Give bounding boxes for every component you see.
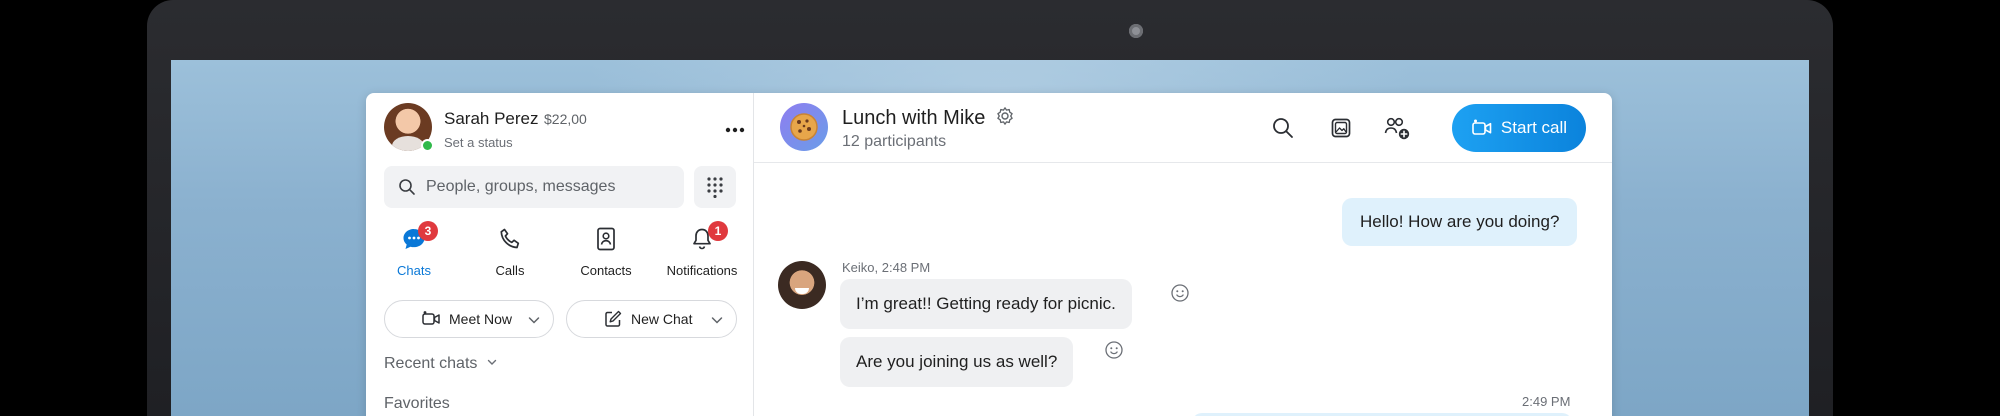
chat-header: Lunch with Mike 12 participants Start ca… [754,93,1612,163]
favorites-header[interactable]: Favorites [384,395,450,413]
emoji-reaction-icon[interactable] [1104,340,1124,360]
add-participants-button[interactable] [1380,111,1414,145]
meet-now-button[interactable]: Meet Now [384,300,554,338]
incoming-message[interactable]: Are you joining us as well? [840,337,1074,387]
outgoing-message[interactable]: Hello! How are you doing? [1342,198,1578,246]
settings-icon[interactable] [995,106,1015,126]
recent-chats-label: Recent chats [384,355,478,372]
chat-title-text: Lunch with Mike [842,107,986,129]
contacts-icon [597,227,615,251]
cookie-icon [790,113,818,141]
recent-chats-header[interactable]: Recent chats [384,355,498,373]
chevron-down-icon [487,359,497,365]
chevron-down-icon[interactable] [527,313,541,327]
profile-name: Sarah Perez [444,109,539,128]
presence-indicator [421,139,434,152]
more-options-button[interactable] [718,111,752,141]
tab-notifications[interactable]: 1 Notifications [654,221,750,283]
gallery-icon [1331,118,1351,138]
notifications-badge: 1 [708,221,728,241]
laptop-screen: Sarah Perez $22,00 Set a status People, … [171,60,1809,416]
sender-meta: Keiko, 2:48 PM [842,260,931,275]
tab-calls[interactable]: Calls [462,223,558,283]
set-status-link[interactable]: Set a status [444,135,513,150]
search-icon [399,179,415,195]
dialpad-icon [707,177,723,198]
new-chat-label: New Chat [631,311,693,327]
new-chat-button[interactable]: New Chat [566,300,737,338]
video-camera-icon [422,311,440,325]
more-icon [725,127,745,133]
avatar[interactable] [778,261,826,309]
add-people-icon [1384,117,1410,140]
tab-label: Notifications [666,263,738,278]
search-box[interactable] [384,166,684,208]
nav-tabs: 3 Chats Calls Contacts 1 Notifications [366,221,754,283]
skype-window: Sarah Perez $22,00 Set a status People, … [366,93,1612,416]
tab-label: Chats [397,263,431,278]
emoji-reaction-icon[interactable] [1170,283,1190,303]
chat-title[interactable]: Lunch with Mike [842,106,1015,130]
profile-header[interactable]: Sarah Perez $22,00 Set a status [384,103,745,153]
group-avatar[interactable] [780,103,828,151]
sidebar: Sarah Perez $22,00 Set a status People, … [366,93,754,416]
chat-pane: Lunch with Mike 12 participants Start ca… [754,93,1612,416]
message-time: 2:49 PM [1522,394,1571,409]
skype-credit[interactable]: $22,00 [544,111,587,127]
incoming-message[interactable]: I’m great!! Getting ready for picnic. [840,279,1132,329]
compose-icon [605,310,622,327]
avatar-shirt [392,136,424,151]
tab-chats[interactable]: 3 Chats [366,221,462,283]
search-chat-button[interactable] [1266,111,1300,145]
start-call-button[interactable]: Start call [1452,104,1586,152]
tab-contacts[interactable]: Contacts [558,223,654,283]
avatar-smile [795,288,809,294]
chats-badge: 3 [418,221,438,241]
search-icon [1273,118,1293,138]
tab-label: Calls [495,263,525,278]
dialpad-button[interactable] [694,166,736,208]
meet-now-label: Meet Now [449,311,513,327]
phone-icon [500,228,520,249]
video-call-icon [1472,119,1492,135]
search-input[interactable] [426,178,666,196]
webcam [1129,24,1143,38]
tab-label: Contacts [580,263,632,278]
chevron-down-icon[interactable] [710,313,724,327]
participant-count[interactable]: 12 participants [842,133,946,151]
start-call-label: Start call [1500,118,1568,137]
gallery-button[interactable] [1324,111,1358,145]
